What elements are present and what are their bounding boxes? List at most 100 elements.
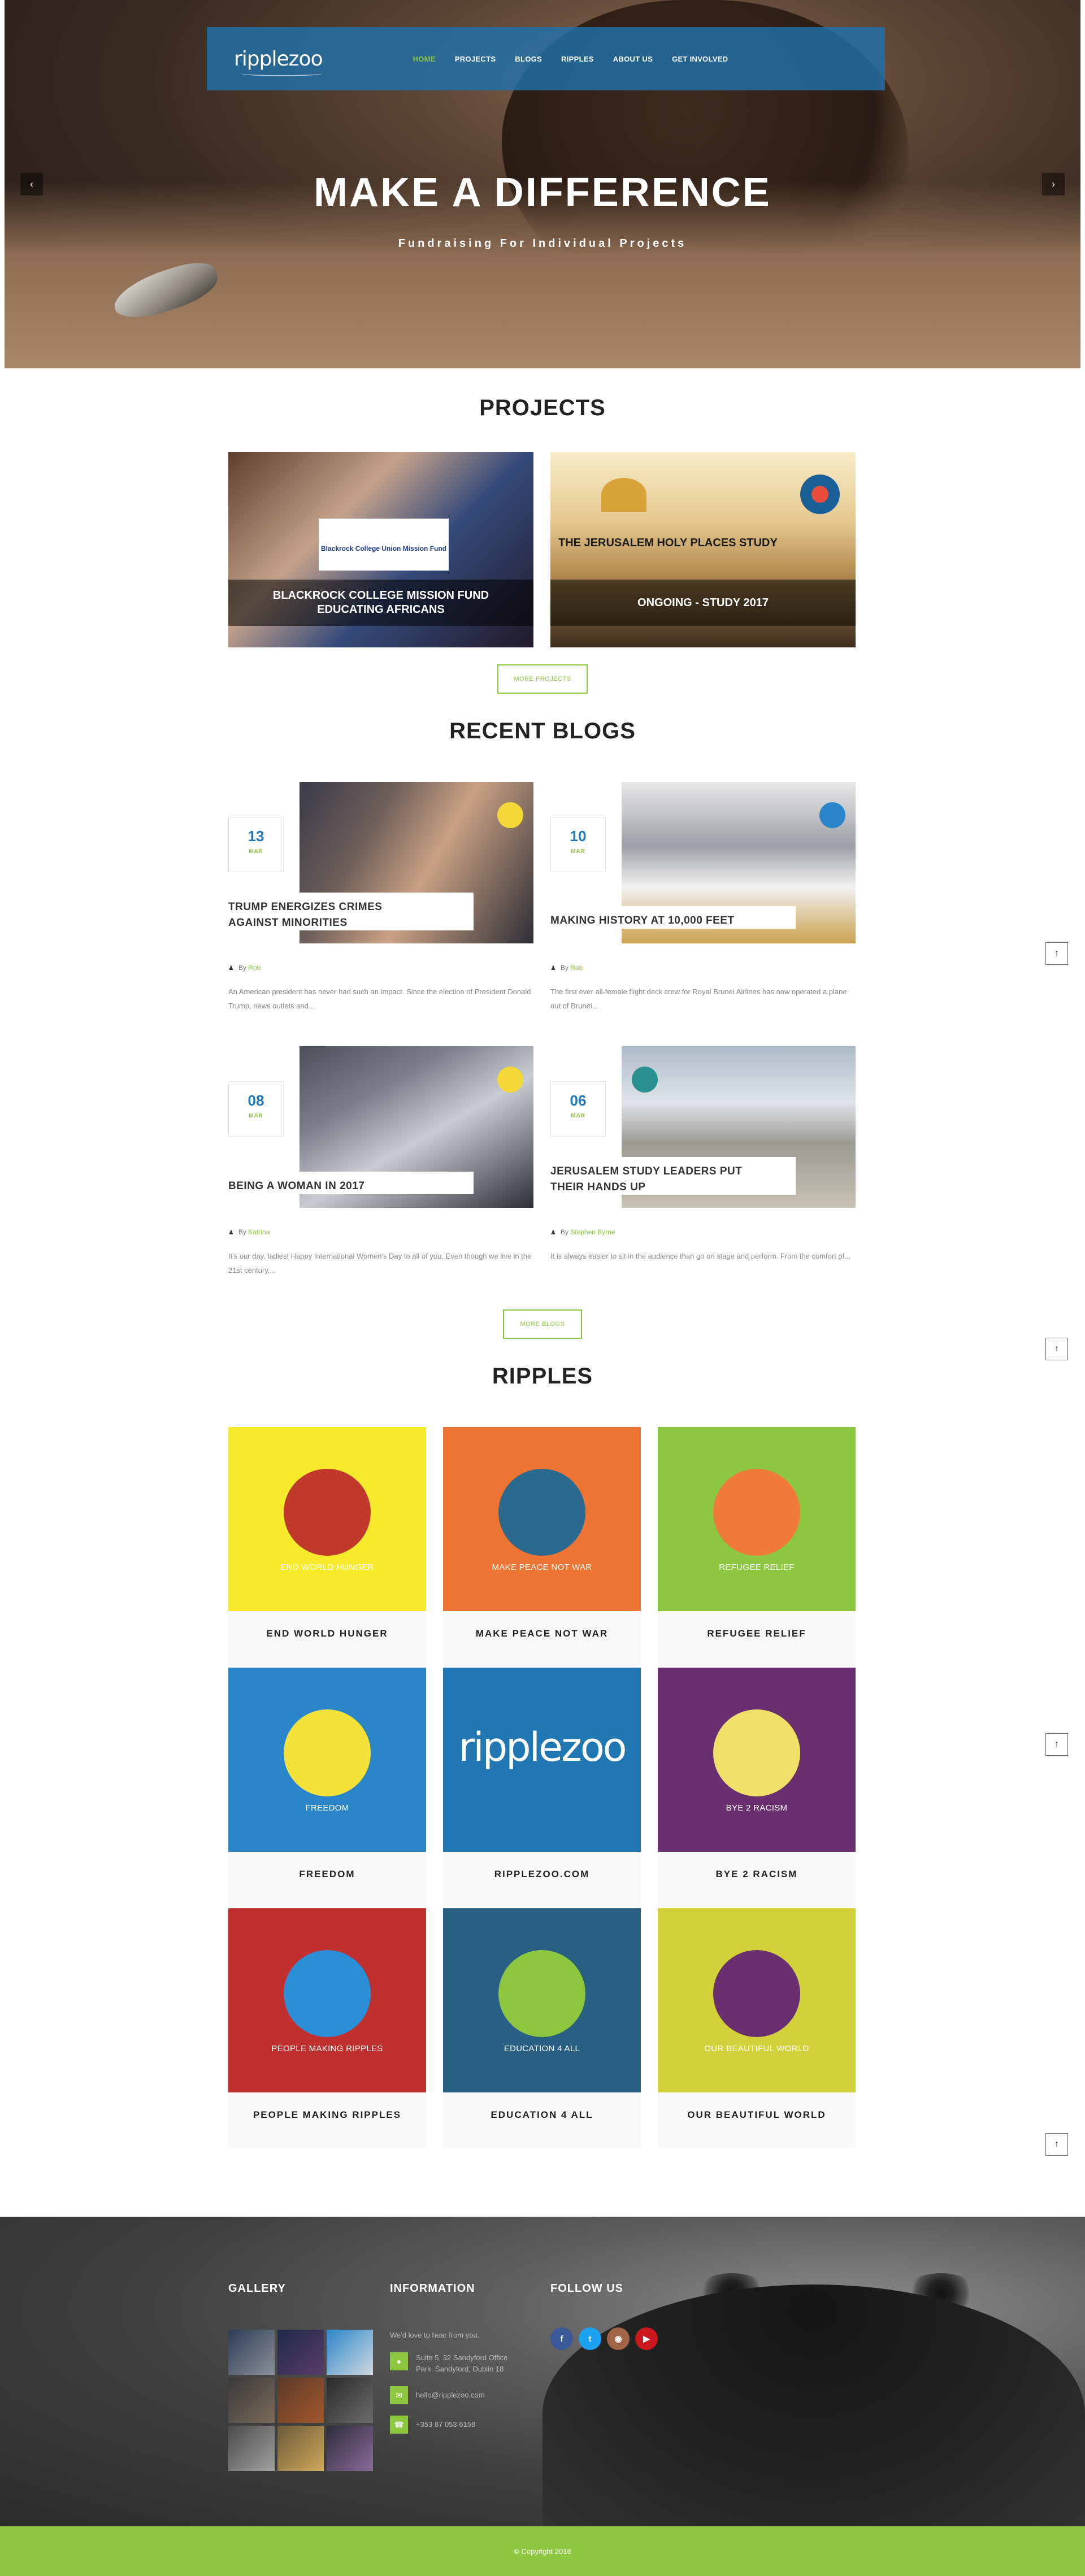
facebook-icon[interactable]: f	[550, 2327, 573, 2350]
nav-about-us[interactable]: ABOUT US	[613, 55, 653, 63]
arrow-up-icon: ↑	[1054, 1344, 1059, 1354]
copyright-text: © Copyright 2016	[514, 2547, 571, 2556]
back-to-top-button[interactable]: ↑	[1045, 1338, 1068, 1360]
blog-post[interactable]: 10 MAR MAKING HISTORY AT 10,000 FEET ♟ By …	[550, 782, 856, 1019]
more-blogs-button[interactable]: MORE BLOGS	[503, 1309, 582, 1339]
ripple-card[interactable]: REFUGEE RELIEF REFUGEE RELIEF	[658, 1427, 856, 1666]
page: ripplezoo HOME PROJECTS BLOGS RIPPLES AB…	[0, 0, 1085, 2576]
arrow-up-icon: ↑	[1054, 1739, 1059, 1749]
blog-author[interactable]: Stephen Byrne	[570, 1228, 615, 1236]
ripple-tile-label: PEOPLE MAKING RIPPLES	[271, 2044, 383, 2053]
blog-excerpt: The first ever all-female flight deck cr…	[550, 987, 847, 1010]
ripple-card[interactable]: BYE 2 RACISM BYE 2 RACISM	[658, 1668, 856, 1907]
blog-month: MAR	[249, 1113, 263, 1119]
ripple-tile-label: MAKE PEACE NOT WAR	[492, 1563, 592, 1572]
back-to-top-button[interactable]: ↑	[1045, 1733, 1068, 1756]
blog-post[interactable]: 06 MAR JERUSALEM STUDY LEADERS PUT THEIR …	[550, 1046, 856, 1283]
ripple-card[interactable]: MAKE PEACE NOT WAR MAKE PEACE NOT WAR	[443, 1427, 641, 1666]
back-to-top-button[interactable]: ↑	[1045, 2133, 1068, 2156]
nav-blogs[interactable]: BLOGS	[515, 55, 542, 63]
blog-author[interactable]: Rob	[570, 964, 583, 972]
instagram-icon[interactable]: ◉	[607, 2327, 630, 2350]
by-label: By	[560, 964, 568, 972]
footer-bg-cup	[542, 2285, 1085, 2526]
ripple-card[interactable]: END WORLD HUNGER END WORLD HUNGER	[228, 1427, 426, 1666]
blog-title-box: BEING A WOMAN IN 2017	[228, 1172, 474, 1194]
ripple-name[interactable]: MAKE PEACE NOT WAR	[443, 1628, 641, 1639]
project-card-jerusalem[interactable]: THE JERUSALEM HOLY PLACES STUDY ONGOING …	[550, 452, 856, 647]
ripple-name[interactable]: BYE 2 RACISM	[658, 1869, 856, 1880]
ripple-emblem-icon	[284, 1469, 371, 1556]
project-card-blackrock[interactable]: Blackrock College Union Mission Fund BLA…	[228, 452, 533, 647]
blog-post[interactable]: 13 MAR TRUMP ENERGIZES CRIMES AGAINST MIN…	[228, 782, 533, 1019]
nav-get-involved[interactable]: GET INVOLVED	[672, 55, 728, 63]
ripple-emblem-icon	[498, 1469, 585, 1556]
main-nav: HOME PROJECTS BLOGS RIPPLES ABOUT US GET…	[413, 55, 728, 63]
contact-phone[interactable]: +353 87 053 6158	[416, 2419, 475, 2430]
youtube-icon[interactable]: ▶	[635, 2327, 658, 2350]
contact-email[interactable]: hello@ripplezoo.com	[416, 2390, 485, 2401]
gallery-thumb[interactable]	[327, 2330, 373, 2375]
blog-author[interactable]: Rob	[248, 964, 261, 972]
ripple-tile-label: REFUGEE RELIEF	[719, 1563, 795, 1572]
gallery-thumb[interactable]	[327, 2426, 373, 2471]
ripple-name[interactable]: PEOPLE MAKING RIPPLES	[228, 2109, 426, 2121]
ripple-card[interactable]: FREEDOM FREEDOM	[228, 1668, 426, 1907]
gallery-thumb[interactable]	[327, 2378, 373, 2423]
blog-byline: ♟ By Rob	[550, 964, 583, 972]
ripple-name[interactable]: END WORLD HUNGER	[228, 1628, 426, 1639]
blog-author[interactable]: Katrina	[248, 1228, 270, 1236]
nav-projects[interactable]: PROJECTS	[455, 55, 496, 63]
blog-title[interactable]: BEING A WOMAN IN 2017	[228, 1178, 474, 1194]
arrow-up-icon: ↑	[1054, 2139, 1059, 2149]
blog-day: 08	[248, 1092, 264, 1109]
ripple-card[interactable]: PEOPLE MAKING RIPPLES PEOPLE MAKING RIPPL…	[228, 1908, 426, 2148]
gallery-thumb[interactable]	[277, 2378, 324, 2423]
ripple-card[interactable]: ripplezoo RIPPLEZOO.COM	[443, 1668, 641, 1907]
gallery-thumb[interactable]	[228, 2426, 275, 2471]
gallery-thumb[interactable]	[228, 2330, 275, 2375]
blog-day: 13	[248, 828, 264, 845]
user-icon: ♟	[550, 965, 556, 972]
back-to-top-button[interactable]: ↑	[1045, 942, 1068, 965]
follow-us-title: FOLLOW US	[550, 2282, 623, 2295]
blog-date: 13 MAR	[228, 817, 284, 872]
ripple-name[interactable]: FREEDOM	[228, 1869, 426, 1880]
ripple-name[interactable]: REFUGEE RELIEF	[658, 1628, 856, 1639]
project-caption: BLACKROCK COLLEGE MISSION FUND EDUCATING…	[228, 580, 533, 626]
ripple-name[interactable]: EDUCATION 4 ALL	[443, 2109, 641, 2121]
ripple-name[interactable]: OUR BEAUTIFUL WORLD	[658, 2109, 856, 2121]
blog-excerpt: It's our day, ladies! Happy Internationa…	[228, 1252, 532, 1274]
ripple-tile: REFUGEE RELIEF	[658, 1427, 856, 1611]
ripple-name[interactable]: RIPPLEZOO.COM	[443, 1869, 641, 1880]
nav-ripples[interactable]: RIPPLES	[561, 55, 594, 63]
more-projects-button[interactable]: MORE PROJECTS	[497, 664, 588, 694]
ripple-emblem-icon	[284, 1950, 371, 2037]
dome-of-rock-image	[601, 478, 646, 512]
ripple-card[interactable]: EDUCATION 4 ALL EDUCATION 4 ALL	[443, 1908, 641, 2148]
peace-badge-icon	[800, 475, 840, 514]
ripple-tile-label: EDUCATION 4 ALL	[504, 2044, 580, 2053]
site-logo[interactable]: ripplezoo	[234, 47, 323, 76]
blog-title[interactable]: MAKING HISTORY AT 10,000 FEET	[550, 913, 796, 929]
twitter-icon[interactable]: t	[579, 2327, 601, 2350]
blog-post[interactable]: 08 MAR BEING A WOMAN IN 2017 ♟ By Katrina …	[228, 1046, 533, 1283]
gallery-thumb[interactable]	[228, 2378, 275, 2423]
gallery-thumb[interactable]	[277, 2426, 324, 2471]
ripple-tile: ripplezoo	[443, 1668, 641, 1852]
ripple-emblem-icon	[284, 1709, 371, 1796]
blog-title-box: TRUMP ENERGIZES CRIMES AGAINST MINORITIE…	[228, 893, 474, 931]
blog-title[interactable]: TRUMP ENERGIZES CRIMES AGAINST MINORITIE…	[228, 899, 398, 930]
nav-home[interactable]: HOME	[413, 55, 436, 63]
hero-subtitle: Fundraising For Individual Projects	[398, 237, 687, 250]
gallery-thumb[interactable]	[277, 2330, 324, 2375]
recent-blogs-title: RECENT BLOGS	[449, 719, 636, 743]
blog-excerpt: It is always easier to sit in the audien…	[550, 1252, 851, 1260]
blog-month: MAR	[571, 848, 585, 855]
blog-month: MAR	[249, 848, 263, 855]
blog-title[interactable]: JERUSALEM STUDY LEADERS PUT THEIR HANDS …	[550, 1164, 771, 1195]
blog-badge-icon	[497, 802, 523, 828]
blog-byline: ♟ By Katrina	[228, 1228, 270, 1236]
projects-title: PROJECTS	[479, 395, 606, 420]
ripple-card[interactable]: OUR BEAUTIFUL WORLD OUR BEAUTIFUL WORLD	[658, 1908, 856, 2148]
